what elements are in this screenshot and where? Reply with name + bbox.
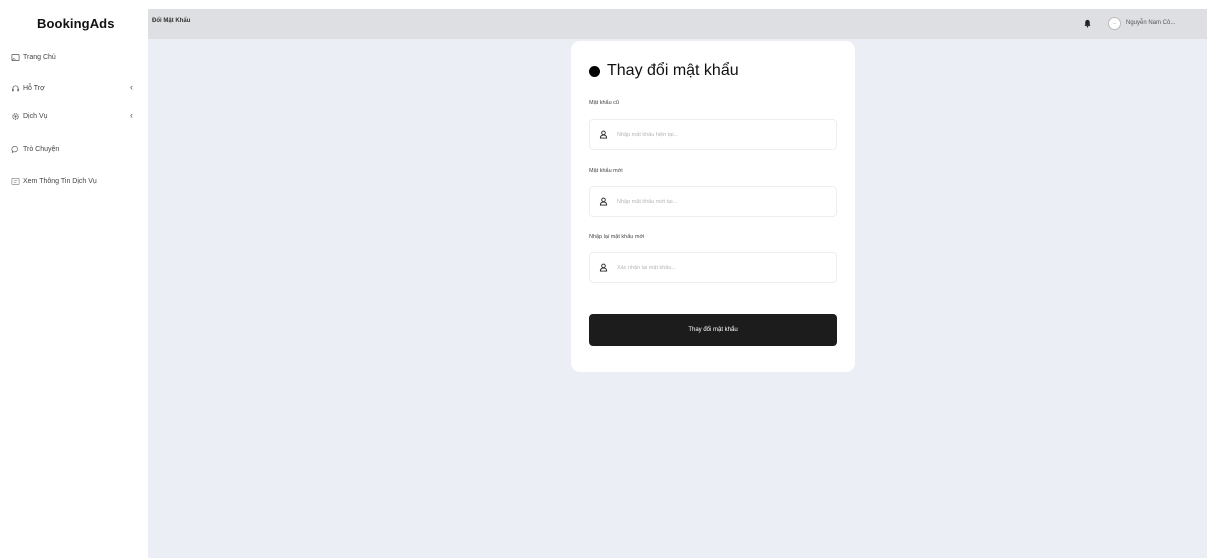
sidebar-item-label: Hỗ Trợ (23, 84, 45, 92)
sidebar-item-service-info[interactable]: Xem Thông Tin Dịch Vụ (11, 173, 137, 189)
confirm-password-label: Nhập lại mật khẩu mới (589, 234, 645, 240)
user-icon (599, 130, 608, 139)
confirm-password-input[interactable] (617, 264, 817, 271)
sidebar-item-label: Trang Chủ (23, 53, 56, 61)
confirm-password-field[interactable] (589, 252, 837, 283)
sidebar-item-label: Xem Thông Tin Dịch Vụ (23, 177, 97, 185)
info-icon (11, 177, 20, 186)
chevron-left-icon[interactable]: ‹ (130, 82, 133, 92)
chevron-left-icon[interactable]: ‹ (130, 110, 133, 120)
user-name[interactable]: Nguyễn Nam Cô... (1126, 20, 1175, 26)
sidebar-item-label: Trò Chuyện (23, 145, 60, 153)
sidebar-item-support[interactable]: Hỗ Trợ ‹ (11, 80, 137, 96)
sidebar-item-chat[interactable]: Trò Chuyện (11, 141, 137, 157)
form-title: Thay đổi mật khẩu (589, 62, 739, 80)
sidebar-item-services[interactable]: Dịch Vụ ‹ (11, 108, 137, 124)
bell-icon[interactable] (1083, 19, 1092, 28)
page-title: Đổi Mật Khẩu (152, 18, 191, 24)
old-password-field[interactable] (589, 119, 837, 150)
sidebar-item-label: Dịch Vụ (23, 112, 48, 120)
sidebar: BookingAds Trang Chủ Hỗ Trợ ‹ Dịch Vụ ‹ … (0, 0, 148, 558)
user-icon (599, 197, 608, 206)
old-password-label: Mật khẩu cũ (589, 100, 619, 106)
home-icon (11, 53, 20, 62)
avatar[interactable]: ... (1108, 17, 1121, 30)
app-logo[interactable]: BookingAds (37, 16, 115, 31)
bullet-dot-icon (589, 65, 600, 77)
form-title-text: Thay đổi mật khẩu (607, 62, 739, 79)
change-password-button[interactable]: Thay đổi mật khẩu (589, 314, 837, 346)
sidebar-item-home[interactable]: Trang Chủ (11, 49, 137, 65)
gear-icon (11, 112, 20, 121)
user-icon (599, 263, 608, 272)
new-password-input[interactable] (617, 198, 817, 205)
headset-icon (11, 84, 20, 93)
old-password-input[interactable] (617, 131, 817, 138)
new-password-field[interactable] (589, 186, 837, 217)
new-password-label: Mật khẩu mới (589, 168, 623, 174)
chat-icon (11, 145, 20, 154)
top-header: Đổi Mật Khẩu ... Nguyễn Nam Cô... (148, 9, 1207, 39)
change-password-card: Thay đổi mật khẩu Mật khẩu cũ Mật khẩu m… (571, 41, 855, 372)
